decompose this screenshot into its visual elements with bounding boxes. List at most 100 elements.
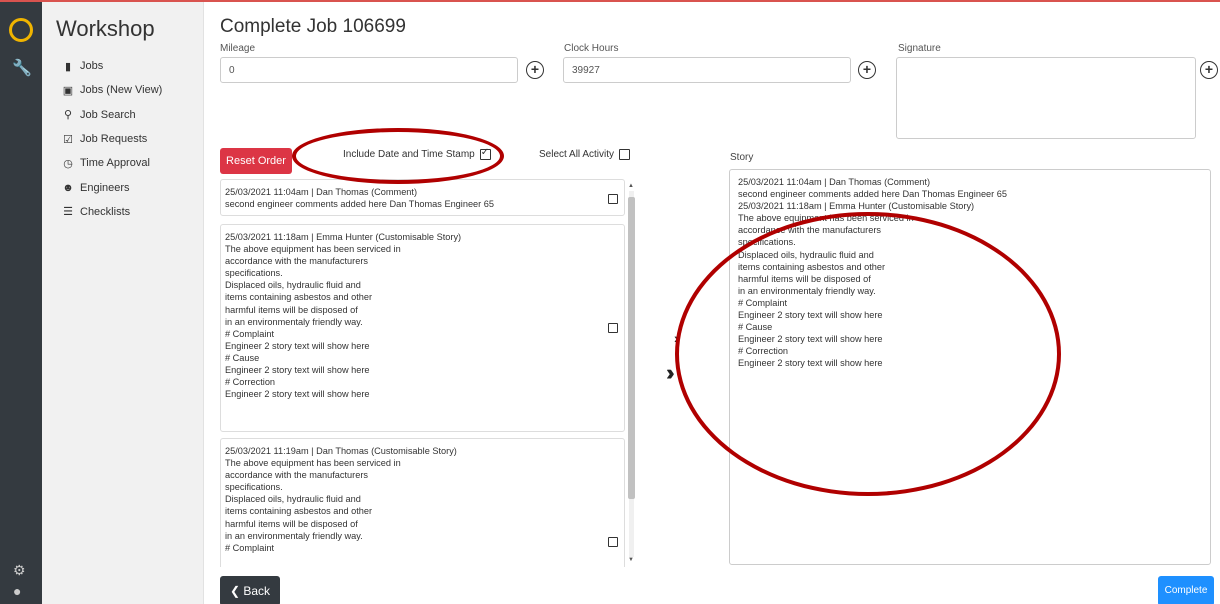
sidebar-item-label: Jobs — [80, 60, 104, 73]
activity-list: 25/03/2021 11:04am | Dan Thomas (Comment… — [220, 179, 638, 567]
chevron-left-icon: ❮ — [229, 584, 244, 598]
story-line: # Cause — [738, 322, 773, 333]
move-all-icon[interactable]: ›› — [666, 360, 674, 386]
story-line: specifications. — [738, 237, 796, 248]
select-all-option[interactable]: Select All Activity — [539, 149, 631, 160]
activity-line: items containing asbestos and other — [225, 292, 373, 303]
include-stamp-checkbox[interactable] — [479, 147, 491, 160]
back-button[interactable]: ❮ Back — [220, 576, 280, 604]
story-textarea[interactable]: 25/03/2021 11:04am | Dan Thomas (Comment… — [729, 169, 1211, 565]
story-line: in an environmentaly friendly way. — [738, 285, 876, 296]
clock-hours-add-icon[interactable]: + — [858, 61, 876, 79]
scroll-up-icon[interactable]: ▲ — [628, 183, 634, 189]
activity-line: in an environmentaly friendly way. — [225, 530, 363, 541]
sidebar: Workshop ▮ Jobs ▣ Jobs (New View) ⚲ Job Sea… — [42, 2, 204, 604]
activity-line: harmful items will be disposed of — [225, 304, 358, 315]
activity-line: Engineer 2 story text will show here — [225, 389, 370, 400]
sidebar-item-jobs-new-view[interactable]: ▣ Jobs (New View) — [60, 78, 163, 102]
file-icon: ▮ — [64, 60, 72, 73]
activity-line: # Complaint — [225, 542, 275, 553]
activity-line: harmful items will be disposed of — [225, 518, 358, 529]
activity-line: The above equipment has been serviced in — [225, 244, 401, 255]
sidebar-item-time-approval[interactable]: ◷ Time Approval — [60, 151, 162, 175]
story-line: items containing asbestos and other — [738, 261, 886, 272]
story-line: Displaced oils, hydraulic fluid and — [738, 249, 874, 260]
story-line: 25/03/2021 11:18am | Emma Hunter (Custom… — [738, 201, 975, 212]
story-line: # Complaint — [738, 297, 788, 308]
activity-line: The above equipment has been serviced in — [225, 458, 401, 469]
sidebar-item-checklists[interactable]: ☰ Checklists — [60, 200, 162, 224]
story-line: # Correction — [738, 346, 789, 357]
sidebar-item-job-search[interactable]: ⚲ Job Search — [60, 103, 162, 127]
scroll-down-icon[interactable]: ▼ — [628, 557, 634, 563]
activity-scrollbar[interactable]: ▲ ▼ — [626, 183, 636, 565]
sidebar-item-label: Job Requests — [80, 133, 148, 146]
activity-checkbox[interactable] — [608, 323, 618, 333]
users-icon: ☻ — [62, 181, 74, 194]
activity-card[interactable]: 25/03/2021 11:19am | Dan Thomas (Customi… — [220, 438, 625, 567]
mileage-field[interactable]: 0 — [220, 57, 518, 83]
select-all-checkbox[interactable] — [619, 149, 631, 160]
activity-line: # Complaint — [225, 328, 275, 339]
signature-label: Signature — [898, 43, 941, 54]
activity-line: specifications. — [225, 268, 283, 279]
activity-line: second engineer comments added here Dan … — [225, 199, 494, 210]
clock-hours-field[interactable]: 39927 — [563, 57, 851, 83]
include-stamp-option[interactable]: Include Date and Time Stamp — [343, 147, 491, 160]
activity-card[interactable]: 25/03/2021 11:18am | Emma Hunter (Custom… — [220, 224, 625, 432]
mileage-label: Mileage — [220, 43, 256, 54]
activity-line: 25/03/2021 11:18am | Emma Hunter (Custom… — [225, 232, 462, 242]
app-logo-icon[interactable] — [9, 18, 33, 42]
sidebar-item-label: Job Search — [80, 108, 136, 121]
sidebar-item-label: Time Approval — [80, 157, 150, 170]
select-all-label: Select All Activity — [539, 149, 615, 160]
include-stamp-label: Include Date and Time Stamp — [343, 149, 475, 160]
activity-line: in an environmentaly friendly way. — [225, 316, 363, 327]
story-line: 25/03/2021 11:04am | Dan Thomas (Comment… — [738, 177, 931, 187]
activity-card[interactable]: 25/03/2021 11:04am | Dan Thomas (Comment… — [220, 179, 625, 216]
scrollbar-thumb[interactable] — [628, 197, 635, 499]
check-square-icon: ☑ — [63, 133, 73, 146]
sidebar-menu: ▮ Jobs ▣ Jobs (New View) ⚲ Job Search ☑ Job … — [60, 54, 162, 224]
back-label: Back — [243, 584, 271, 598]
signature-pad[interactable] — [896, 57, 1196, 139]
activity-line: 25/03/2021 11:19am | Dan Thomas (Customi… — [225, 446, 457, 456]
move-one-icon[interactable]: › — [674, 330, 679, 346]
story-line: Engineer 2 story text will show here — [738, 310, 883, 321]
activity-line: Displaced oils, hydraulic fluid and — [225, 494, 361, 505]
activity-line: Engineer 2 story text will show here — [225, 365, 370, 376]
story-line: accordance with the manufacturers — [738, 225, 881, 236]
gear-icon[interactable]: ⚙ — [13, 562, 26, 579]
activity-line: # Cause — [225, 352, 260, 363]
sidebar-brand: Workshop — [56, 16, 155, 41]
activity-line: Displaced oils, hydraulic fluid and — [225, 280, 361, 291]
story-line: The above equipment has been serviced in — [738, 213, 914, 224]
story-line: Engineer 2 story text will show here — [738, 334, 883, 345]
list-check-icon: ☰ — [63, 206, 73, 219]
icon-rail: 🔧 ⚙ ● — [0, 2, 42, 604]
activity-line: accordance with the manufacturers — [225, 256, 368, 267]
activity-checkbox[interactable] — [608, 537, 618, 547]
mileage-add-icon[interactable]: + — [526, 61, 544, 79]
complete-button[interactable]: Complete — [1158, 576, 1214, 604]
wrench-icon[interactable]: 🔧 — [12, 58, 32, 78]
activity-checkbox[interactable] — [608, 194, 618, 204]
sidebar-item-label: Jobs (New View) — [80, 84, 163, 97]
story-line: harmful items will be disposed of — [738, 273, 871, 284]
main-content: Complete Job 106699 Mileage 0 + Clock Ho… — [204, 2, 1220, 604]
sidebar-item-job-requests[interactable]: ☑ Job Requests — [60, 127, 162, 151]
sidebar-item-label: Checklists — [80, 205, 131, 218]
sidebar-item-engineers[interactable]: ☻ Engineers — [60, 175, 162, 199]
activity-line: specifications. — [225, 482, 283, 493]
board-icon: ▣ — [62, 84, 74, 97]
clock-icon: ◷ — [63, 157, 73, 170]
sidebar-item-jobs[interactable]: ▮ Jobs — [60, 54, 162, 78]
activity-line: 25/03/2021 11:04am | Dan Thomas (Comment… — [225, 187, 418, 197]
activity-line: accordance with the manufacturers — [225, 470, 368, 481]
story-label: Story — [730, 152, 754, 163]
activity-line: items containing asbestos and other — [225, 506, 373, 517]
story-line: Engineer 2 story text will show here — [738, 358, 883, 369]
reset-order-button[interactable]: Reset Order — [220, 148, 292, 174]
signature-add-icon[interactable]: + — [1200, 61, 1218, 79]
user-icon[interactable]: ● — [13, 583, 21, 599]
